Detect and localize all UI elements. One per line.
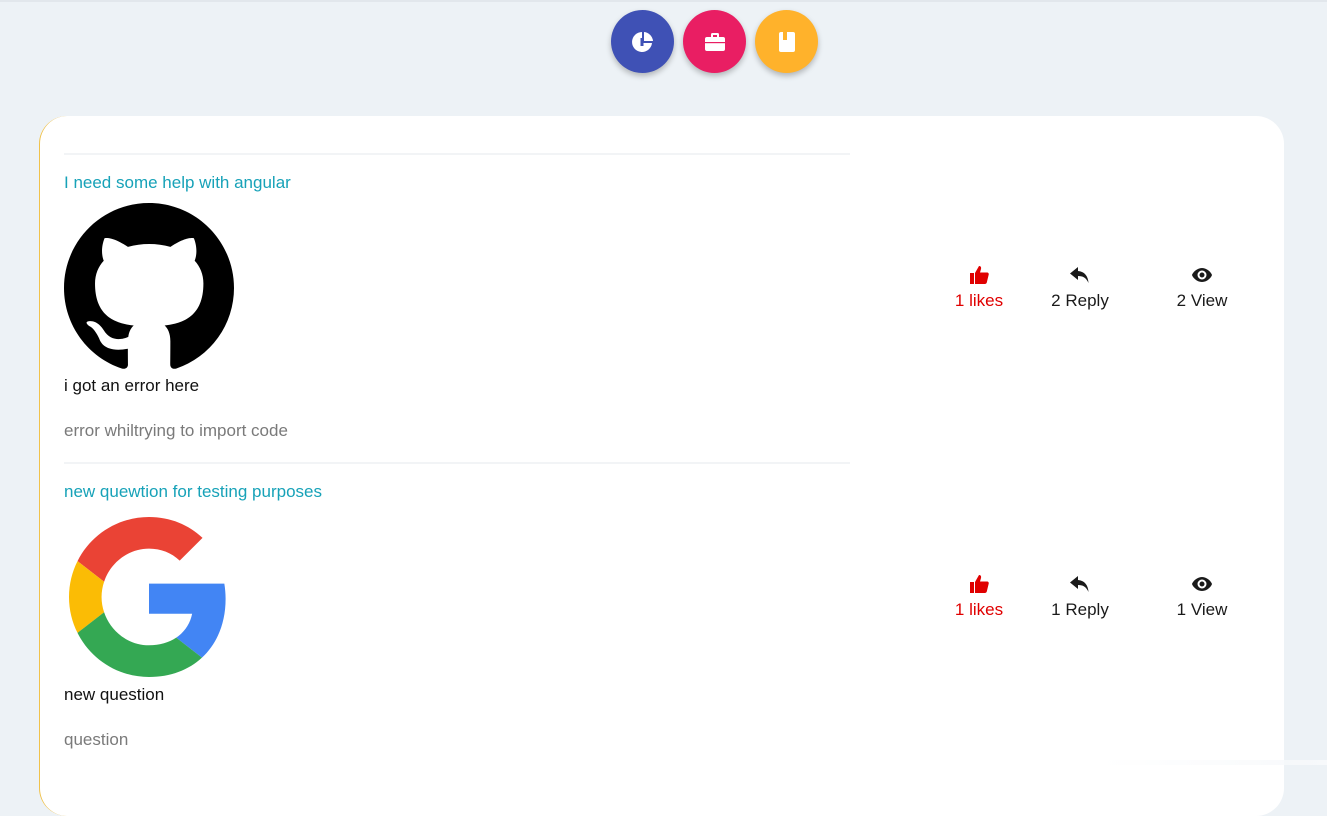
views-button[interactable]: 1 View: [1152, 574, 1252, 620]
post-description: question: [64, 730, 129, 749]
post-question: new question: [64, 685, 165, 704]
pie-chart-icon: [631, 31, 653, 52]
views-count: 2 View: [1176, 291, 1228, 310]
views-button[interactable]: 2 View: [1152, 265, 1252, 311]
google-logo: [69, 517, 226, 677]
briefcase-icon: [704, 32, 725, 51]
eye-icon: [1152, 265, 1252, 287]
likes-button[interactable]: 1 likes: [929, 265, 1029, 311]
scroll-fade: [1100, 760, 1327, 765]
post-description: error whiltrying to import code: [64, 421, 288, 440]
divider: [64, 462, 850, 464]
thumbs-up-icon: [929, 265, 1029, 287]
likes-count: 1 likes: [954, 600, 1004, 619]
pie-chart-button[interactable]: [611, 10, 674, 73]
reply-button[interactable]: 2 Reply: [1030, 265, 1130, 311]
eye-icon: [1152, 574, 1252, 596]
post-question: i got an error here: [64, 376, 200, 395]
thumbs-up-icon: [929, 574, 1029, 596]
quick-actions: [611, 10, 818, 73]
github-logo: [64, 203, 234, 369]
divider: [64, 153, 850, 155]
post-title-link[interactable]: I need some help with angular: [64, 173, 291, 193]
top-shadow: [0, 0, 1327, 2]
questions-card: I need some help with angular i got an e…: [39, 116, 1284, 816]
likes-button[interactable]: 1 likes: [929, 574, 1029, 620]
post-title-link[interactable]: new quewtion for testing purposes: [64, 482, 322, 502]
book-icon: [778, 31, 795, 52]
reply-count: 1 Reply: [1051, 600, 1109, 619]
reply-count: 2 Reply: [1051, 291, 1109, 310]
reply-icon: [1030, 265, 1130, 287]
reply-icon: [1030, 574, 1130, 596]
book-button[interactable]: [755, 10, 818, 73]
reply-button[interactable]: 1 Reply: [1030, 574, 1130, 620]
briefcase-button[interactable]: [683, 10, 746, 73]
likes-count: 1 likes: [954, 291, 1004, 310]
views-count: 1 View: [1176, 600, 1228, 619]
